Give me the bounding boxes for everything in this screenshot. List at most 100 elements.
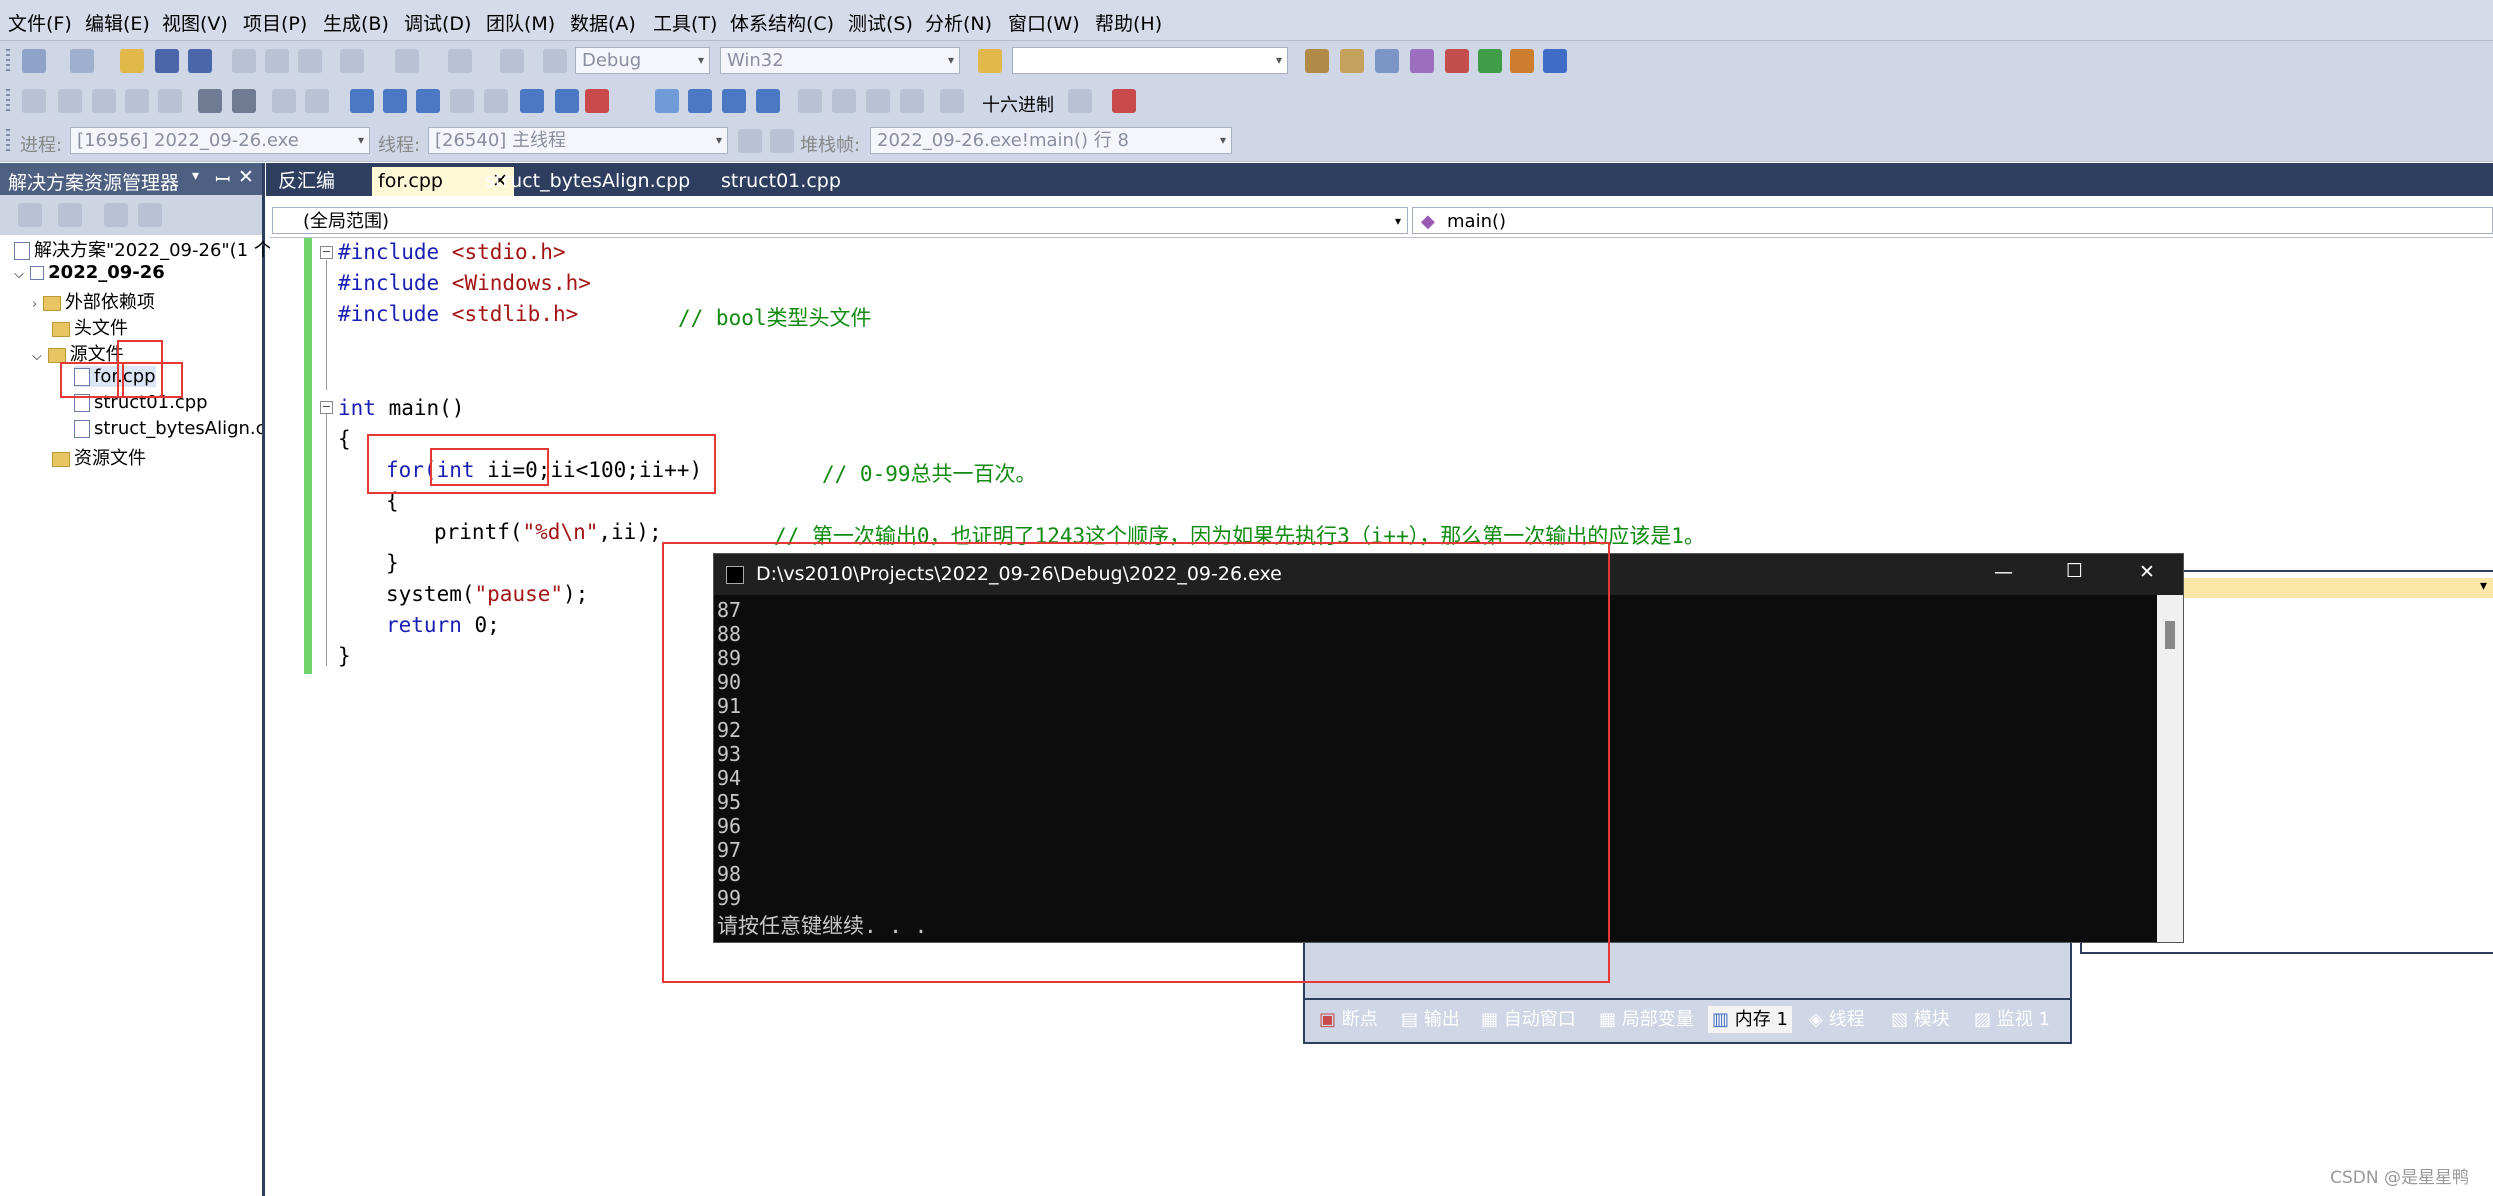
hex-display-icon[interactable]: [1068, 89, 1092, 113]
maximize-icon[interactable]: ☐: [2066, 560, 2083, 582]
toolbar-grip[interactable]: [6, 129, 10, 153]
scrollbar-thumb[interactable]: [2165, 621, 2175, 649]
toolbox-icon[interactable]: [1445, 49, 1469, 73]
tab-breakpoints[interactable]: ▣ 断点: [1315, 1006, 1382, 1033]
tab-threads[interactable]: ◈ 线程: [1805, 1006, 1869, 1033]
menu-test[interactable]: 测试(S): [848, 9, 913, 36]
menu-analyze[interactable]: 分析(N): [925, 9, 992, 36]
select-icon[interactable]: [92, 89, 116, 113]
break-all-icon[interactable]: [688, 89, 712, 113]
find-box[interactable]: ▾: [1012, 47, 1288, 74]
new-project-icon[interactable]: [22, 49, 46, 73]
prev-bookmark-icon[interactable]: [383, 89, 407, 113]
prev-bookmark-folder-icon[interactable]: [450, 89, 474, 113]
hex-toggle[interactable]: 十六进制: [982, 91, 1054, 117]
tree-item-resources[interactable]: 资源文件: [52, 444, 146, 470]
rename-icon[interactable]: [125, 89, 149, 113]
chevron-right-icon[interactable]: ›: [32, 297, 37, 312]
properties-icon[interactable]: [1375, 49, 1399, 73]
project-node[interactable]: ⌵ 2022_09-26: [14, 262, 165, 283]
tab-output[interactable]: ▤ 输出: [1397, 1006, 1464, 1033]
solution-platform-select[interactable]: Win32 ▾: [720, 47, 960, 74]
fold-toggle[interactable]: −: [320, 246, 333, 259]
menu-architecture[interactable]: 体系结构(C): [730, 9, 834, 36]
chevron-down-icon[interactable]: ⌵: [32, 349, 42, 364]
start-debug-icon[interactable]: [543, 49, 567, 73]
next-bookmark-icon[interactable]: [416, 89, 440, 113]
tree-item-external-deps[interactable]: › 外部依赖项: [32, 288, 155, 314]
show-all-files-icon[interactable]: [58, 203, 82, 227]
cut-icon[interactable]: [232, 49, 256, 73]
class-diagram-icon[interactable]: [138, 203, 162, 227]
step-out-icon[interactable]: [900, 89, 924, 113]
start-page-icon[interactable]: [1478, 49, 1502, 73]
quickwatch-icon[interactable]: [940, 89, 964, 113]
flag-all-icon[interactable]: [770, 129, 794, 153]
menu-project[interactable]: 项目(P): [243, 9, 307, 36]
outdent-icon[interactable]: [232, 89, 256, 113]
step-into-icon[interactable]: [832, 89, 856, 113]
command-window-icon[interactable]: [1543, 49, 1567, 73]
clear-bookmarks-icon[interactable]: [585, 89, 609, 113]
toolbar-grip[interactable]: [6, 49, 10, 73]
tab-autos[interactable]: ▦ 自动窗口: [1477, 1006, 1580, 1033]
menu-help[interactable]: 帮助(H): [1095, 9, 1162, 36]
breakpoints-window-icon[interactable]: [1112, 89, 1136, 113]
stop-debugging-icon[interactable]: [722, 89, 746, 113]
solution-node[interactable]: 解决方案"2022_09-26"(1 个: [14, 236, 272, 262]
find-in-files-icon[interactable]: [978, 49, 1002, 73]
menu-view[interactable]: 视图(V): [162, 9, 228, 36]
restart-icon[interactable]: [756, 89, 780, 113]
dropdown-icon[interactable]: ▾: [2480, 578, 2487, 594]
minimize-icon[interactable]: —: [1994, 561, 2013, 583]
comment-icon[interactable]: [22, 89, 46, 113]
save-all-icon[interactable]: [188, 49, 212, 73]
next-bookmark-folder-icon[interactable]: [484, 89, 508, 113]
refresh-icon[interactable]: [104, 203, 128, 227]
find-symbol-icon[interactable]: [1305, 49, 1329, 73]
toolbar-grip[interactable]: [6, 89, 10, 113]
console-scrollbar[interactable]: [2157, 595, 2183, 942]
properties-icon[interactable]: [18, 203, 42, 227]
uncomment-lines-icon[interactable]: [305, 89, 329, 113]
uncomment-icon[interactable]: [58, 89, 82, 113]
tab-locals[interactable]: ▦ 局部变量: [1595, 1006, 1698, 1033]
indent-icon[interactable]: [198, 89, 222, 113]
tree-item-struct-bytesalign-cpp[interactable]: struct_bytesAlign.cpp: [74, 418, 262, 439]
dropdown-icon[interactable]: ▾: [192, 168, 199, 184]
navigate-back-icon[interactable]: [448, 49, 472, 73]
prev-bookmark-doc-icon[interactable]: [520, 89, 544, 113]
menu-edit[interactable]: 编辑(E): [85, 9, 150, 36]
menu-data[interactable]: 数据(A): [570, 9, 636, 36]
fold-toggle[interactable]: −: [320, 401, 333, 414]
menu-debug[interactable]: 调试(D): [404, 9, 471, 36]
menu-team[interactable]: 团队(M): [486, 9, 555, 36]
tab-watch-1[interactable]: ▨ 监视 1: [1970, 1006, 2054, 1033]
solution-explorer-icon[interactable]: [1340, 49, 1364, 73]
continue-icon[interactable]: [655, 89, 679, 113]
stack-frame-select[interactable]: 2022_09-26.exe!main() 行 8 ▾: [870, 127, 1232, 154]
chevron-down-icon[interactable]: ⌵: [14, 267, 24, 282]
undo-icon[interactable]: [340, 49, 364, 73]
step-over-icon[interactable]: [866, 89, 890, 113]
redo-icon[interactable]: [395, 49, 419, 73]
tab-modules[interactable]: ▧ 模块: [1887, 1006, 1954, 1033]
paste-icon[interactable]: [298, 49, 322, 73]
extension-manager-icon[interactable]: [1510, 49, 1534, 73]
menu-file[interactable]: 文件(F): [8, 9, 72, 36]
show-next-statement-icon[interactable]: [798, 89, 822, 113]
tab-struct01-cpp[interactable]: struct01.cpp: [715, 167, 847, 196]
tab-struct-bytesalign-cpp[interactable]: struct_bytesAlign.cpp: [479, 167, 696, 196]
menu-tools[interactable]: 工具(T): [653, 9, 717, 36]
pin-icon[interactable]: ꟷ: [215, 166, 230, 192]
menu-build[interactable]: 生成(B): [323, 9, 389, 36]
open-file-icon[interactable]: [120, 49, 144, 73]
solution-config-select[interactable]: Debug ▾: [575, 47, 710, 74]
process-select[interactable]: [16956] 2022_09-26.exe ▾: [70, 127, 370, 154]
thread-select[interactable]: [26540] 主线程 ▾: [428, 127, 728, 154]
object-browser-icon[interactable]: [1410, 49, 1434, 73]
tab-memory-1[interactable]: ▥ 内存 1: [1708, 1006, 1792, 1033]
add-item-icon[interactable]: [70, 49, 94, 73]
tree-item-headers[interactable]: 头文件: [52, 314, 128, 340]
navigate-forward-icon[interactable]: [500, 49, 524, 73]
